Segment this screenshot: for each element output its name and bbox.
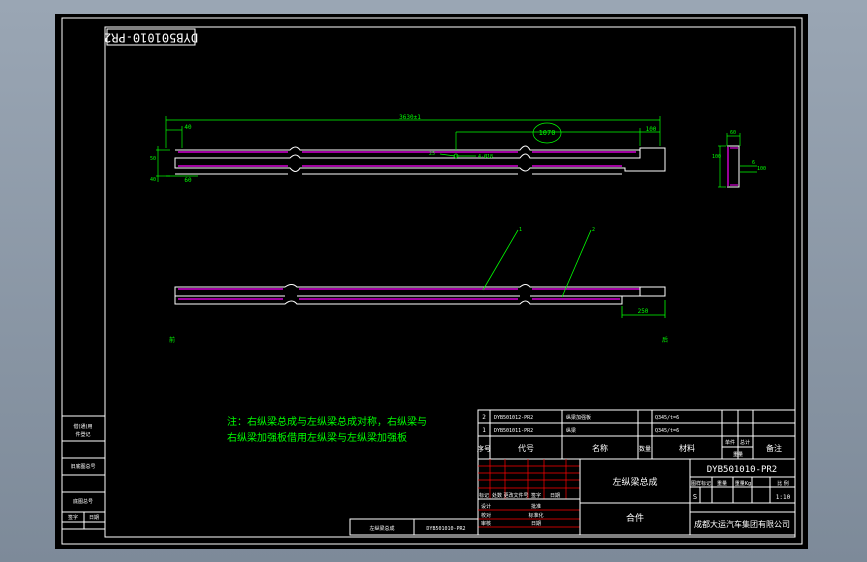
section-dim-width: 60 — [730, 130, 736, 136]
title-row-change: 更改文件号 — [503, 492, 528, 499]
rev-row-1: 借(通)用 — [74, 423, 93, 430]
callout-2: 2 — [592, 227, 595, 233]
dim-height-top: 50 — [150, 156, 156, 162]
title-mark: S — [693, 493, 697, 501]
title-role-check: 校对 — [481, 512, 491, 519]
bom-header-total-weight: 总计 — [740, 439, 750, 446]
note-line-2: 右纵梁加强板借用左纵梁与左纵梁加强板 — [227, 431, 407, 444]
bom-row2-name: 纵梁 — [566, 427, 576, 434]
title-scale-label: 比 例 — [777, 480, 789, 487]
section-dim-height: 100 — [712, 154, 721, 160]
title-row-count: 处数 — [492, 492, 502, 499]
title-row-date: 日期 — [550, 493, 560, 499]
section-dim-side-b: 100 — [757, 166, 766, 172]
corner-code-text: DYB501010-PR2 — [104, 31, 198, 45]
title-company: 成都大运汽车集团有限公司 — [694, 519, 790, 529]
bom-row1-name: 纵梁加强板 — [566, 414, 591, 421]
title-role-review: 审核 — [481, 520, 491, 527]
title-phase-1: 图样标记 — [691, 480, 711, 487]
bottom-dim-right: 250 — [638, 308, 649, 315]
note-line-1: 注：右纵梁总成与左纵梁总成对称，右纵梁与 — [227, 415, 427, 428]
title-phase-2: 重量 — [717, 480, 727, 487]
title-row-sign: 签字 — [531, 492, 541, 499]
callout-1: 1 — [519, 227, 522, 233]
title-phase-3: 重量Kg — [735, 480, 751, 487]
bom-header-code: 代号 — [518, 443, 534, 453]
title-row-mark: 标记 — [479, 492, 489, 499]
title-drawing-no: DYB501010-PR2 — [707, 465, 777, 475]
rev-row-2: 件登记 — [75, 431, 90, 438]
bom-row1-code: DYB501012-PR2 — [494, 415, 533, 421]
bom-header-qty: 数量 — [639, 445, 651, 453]
bom-header-material: 材料 — [679, 443, 695, 453]
title-role-design: 设计 — [481, 503, 491, 510]
bom-row2-material: Q345/t=6 — [655, 428, 679, 434]
stamp-right: DYB501010-PR2 — [426, 526, 465, 532]
corner-code: DYB501010-PR2 — [104, 28, 198, 46]
title-part-name: 左纵梁总成 — [612, 476, 657, 488]
bom-header-unit-weight: 单件 — [725, 439, 735, 446]
title-role-approve: 批准 — [531, 503, 541, 510]
side-mark-left: 前 — [169, 336, 175, 344]
title-assembly: 合件 — [626, 512, 644, 524]
bom-row1-material: Q345/t=6 — [655, 415, 679, 421]
dim-height-bottom: 40 — [150, 177, 156, 183]
title-scale: 1:10 — [776, 494, 791, 501]
rev-row-4: 底图总号 — [73, 498, 93, 505]
drawing-canvas: DYB501010-PR2 3630±1 40 1070 100 50 40 6… — [55, 14, 808, 549]
bom-row1-no: 2 — [482, 414, 486, 421]
rev-row-6: 日期 — [89, 515, 99, 521]
bom-header-remark: 备注 — [766, 443, 782, 453]
sheet-background — [55, 14, 808, 549]
bom-row2-no: 1 — [482, 427, 486, 434]
dim-left-bottom: 60 — [184, 177, 192, 184]
side-mark-right: 后 — [662, 336, 668, 344]
dim-center-section: 1070 — [539, 129, 556, 137]
bom-header-name: 名称 — [592, 443, 608, 453]
dim-right-offset: 100 — [646, 126, 657, 133]
dim-left-offset: 40 — [184, 124, 192, 131]
dim-hole-mark: 4-Ø18 — [478, 153, 493, 160]
bom-header-no: 序号 — [477, 444, 491, 453]
section-dim-side-a: 6 — [752, 160, 755, 166]
bom-row2-code: DYB501011-PR2 — [494, 428, 533, 434]
bom-header-weight: 重量 — [733, 451, 743, 458]
stamp-left: 左纵梁总成 — [369, 525, 394, 532]
rev-row-5: 签字 — [68, 514, 78, 521]
title-role-date: 日期 — [531, 521, 541, 527]
title-role-standard: 标准化 — [528, 512, 543, 519]
rev-row-3: 旧底图总号 — [70, 463, 95, 470]
dim-overall: 3630±1 — [399, 114, 421, 121]
dim-hole-label: 25 — [429, 151, 435, 157]
